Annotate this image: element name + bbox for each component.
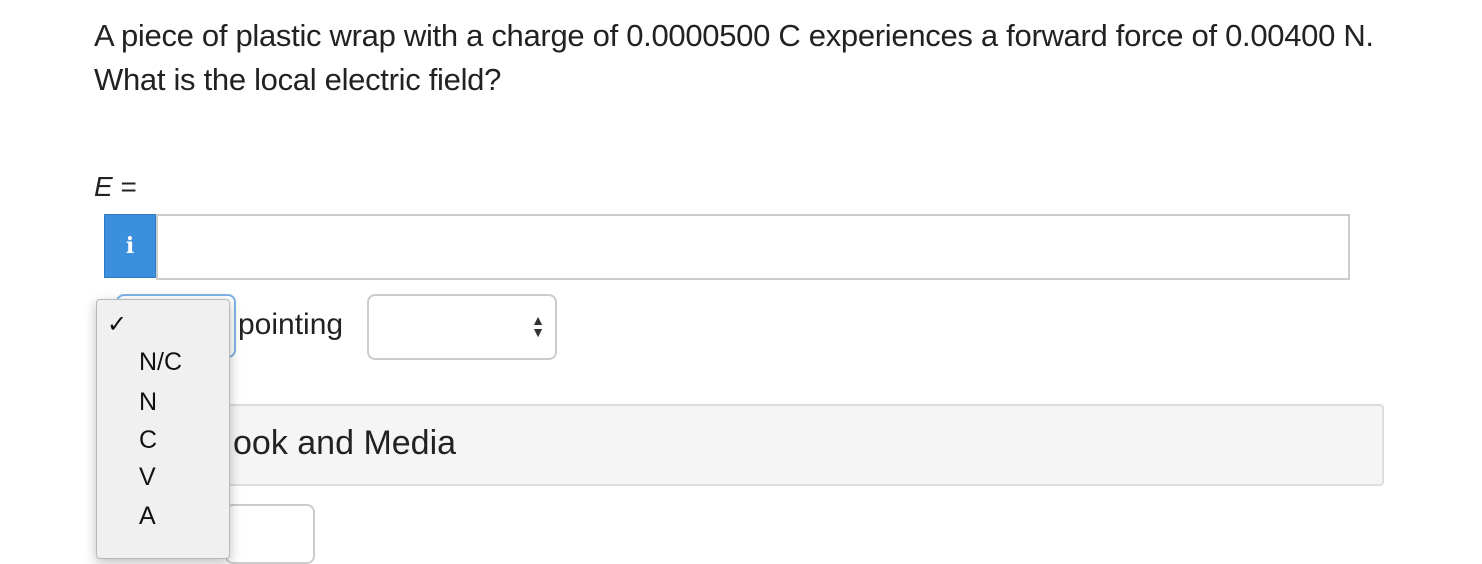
bottom-control[interactable]	[225, 504, 315, 564]
answer-variable-label: E =	[94, 171, 137, 203]
equals-sign: =	[120, 171, 137, 202]
select-arrows-icon: ▲ ▼	[531, 312, 545, 340]
direction-select[interactable]: ▲ ▼	[367, 294, 557, 360]
pointing-label: pointing	[238, 308, 344, 341]
checkmark-icon: ✓	[107, 311, 128, 338]
panel-title: ook and Media	[233, 424, 457, 462]
unit-option-n-per-c[interactable]: N/C	[139, 348, 182, 377]
answer-input[interactable]	[156, 214, 1350, 280]
unit-dropdown-menu[interactable]: ✓ N/C N C V A	[96, 299, 230, 559]
question-text: A piece of plastic wrap with a charge of…	[94, 18, 1374, 97]
unit-option-c[interactable]: C	[139, 426, 157, 455]
unit-option-a[interactable]: A	[139, 502, 156, 531]
variable-symbol: E	[94, 171, 113, 202]
info-icon[interactable]: i	[104, 214, 156, 278]
unit-option-n[interactable]: N	[139, 388, 157, 417]
unit-option-v[interactable]: V	[139, 463, 156, 492]
